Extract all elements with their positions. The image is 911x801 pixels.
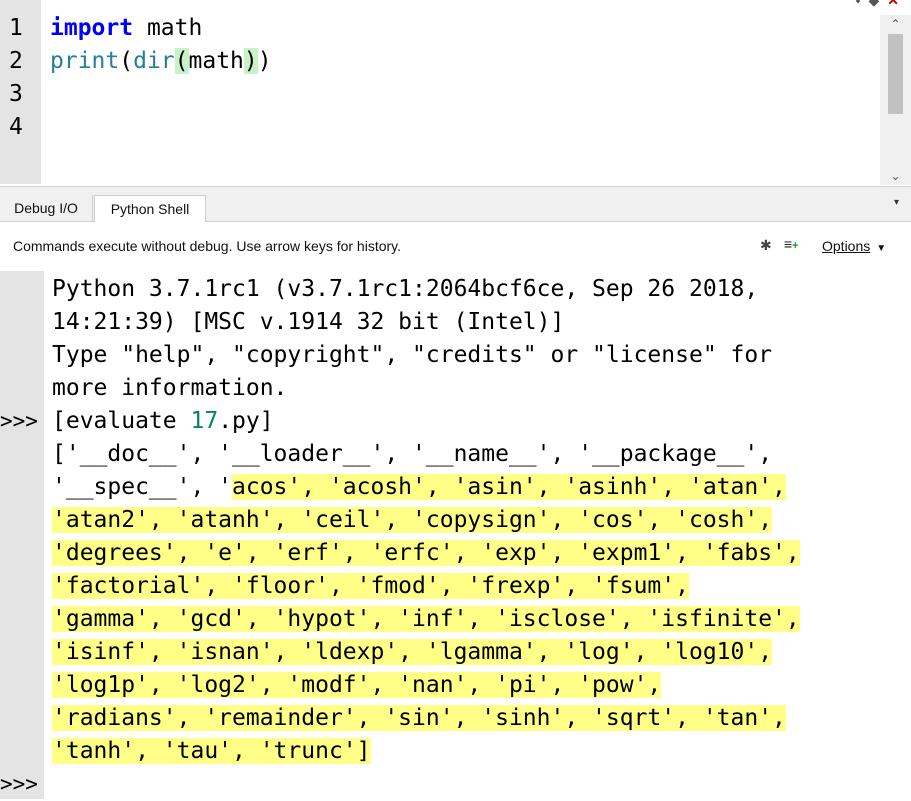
output-highlighted: acos', 'acosh', 'asin', 'asinh', 'atan', [232, 474, 786, 500]
output-line: ['__doc__', '__loader__', '__name__', '_… [52, 441, 773, 467]
debug-bug-icon[interactable]: ✱ [760, 237, 772, 254]
output-line: 'gamma', 'gcd', 'hypot', 'inf', 'isclose… [52, 603, 800, 636]
line-number: 3 [9, 81, 23, 107]
python-shell-output[interactable]: Python 3.7.1rc1 (v3.7.1rc1:2064bcf6ce, S… [0, 271, 911, 799]
code-line-2[interactable]: print(dir(math)) [50, 45, 272, 78]
output-line: 'radians', 'remainder', 'sin', 'sinh', '… [52, 702, 786, 735]
output-highlighted: 'factorial', 'floor', 'fmod', 'frexp', '… [52, 573, 689, 599]
output-highlighted: 'log1p', 'log2', 'modf', 'nan', 'pi', 'p… [52, 672, 662, 698]
evaluate-number: 17 [190, 408, 219, 434]
scroll-up-icon[interactable]: ⌃ [880, 15, 911, 33]
shell-prompt-gutter [0, 271, 44, 799]
matched-paren: ( [174, 48, 189, 74]
line-number-gutter: 1 2 3 4 [0, 0, 41, 184]
window-controls: ⬩ ◆ ✕ [847, 0, 899, 8]
module-name: math [133, 15, 203, 41]
shell-input-prompt[interactable]: >>> [0, 768, 38, 801]
shell-header-line: 14:21:39) [MSC v.1914 32 bit (Intel)] [52, 309, 565, 335]
output-line: 'log1p', 'log2', 'modf', 'nan', 'pi', 'p… [52, 669, 662, 702]
output-highlighted: 'tanh', 'tau', 'trunc'] [52, 738, 371, 764]
matched-paren: ) [243, 48, 258, 74]
evaluate-prefix: [evaluate [52, 408, 191, 434]
output-line: 'factorial', 'floor', 'fmod', 'frexp', '… [52, 570, 689, 603]
chevron-down-icon: ▼ [876, 243, 887, 254]
output-line: '__spec__', 'acos', 'acosh', 'asin', 'as… [52, 471, 786, 504]
paren: ) [257, 48, 272, 74]
output-highlighted: 'degrees', 'e', 'erf', 'erfc', 'exp', 'e… [52, 540, 800, 566]
output-plain: '__spec__', ' [52, 474, 233, 500]
keyword-import: import [50, 15, 134, 41]
output-highlighted: 'gamma', 'gcd', 'hypot', 'inf', 'isclose… [52, 606, 800, 632]
line-number: 2 [9, 48, 23, 74]
output-line: 'isinf', 'isnan', 'ldexp', 'lgamma', 'lo… [52, 636, 773, 669]
shell-header-line: more information. [52, 375, 288, 401]
evaluate-suffix: .py] [218, 408, 274, 434]
code-editor[interactable]: 1 2 3 4 import math print(dir(math)) ⬩ ◆ ✕… [0, 0, 911, 187]
paren: ( [119, 48, 134, 74]
shell-info-bar: Commands execute without debug. Use arro… [0, 222, 911, 270]
code-line-1[interactable]: import math [50, 12, 202, 45]
output-highlighted: 'atan2', 'atanh', 'ceil', 'copysign', 'c… [52, 507, 773, 533]
evaluate-line: [evaluate 17.py] [52, 405, 274, 438]
editor-scrollbar[interactable]: ⌃ ⌄ [880, 15, 911, 185]
line-number: 4 [9, 114, 23, 140]
builtin-print: print [50, 48, 120, 74]
output-highlighted: 'isinf', 'isnan', 'ldexp', 'lgamma', 'lo… [52, 639, 773, 665]
close-icon[interactable]: ✕ [887, 0, 899, 8]
line-number: 1 [9, 15, 23, 41]
tab-menu-arrow-icon[interactable]: ▾ [894, 197, 899, 208]
output-line: 'degrees', 'e', 'erf', 'erfc', 'exp', 'e… [52, 537, 800, 570]
builtin-dir: dir [133, 48, 175, 74]
shell-header-line: Python 3.7.1rc1 (v3.7.1rc1:2064bcf6ce, S… [52, 276, 759, 302]
pin-icon[interactable]: ⬩ [855, 0, 860, 8]
shell-header-line: Type "help", "copyright", "credits" or "… [52, 342, 773, 368]
shell-hint-text: Commands execute without debug. Use arro… [13, 238, 402, 254]
tab-python-shell[interactable]: Python Shell [94, 195, 206, 223]
tool-tab-bar: Debug I/O Python Shell ▾ [0, 187, 911, 223]
options-label: Options [822, 238, 871, 254]
tab-debug-io[interactable]: Debug I/O [0, 195, 93, 221]
output-highlighted: 'radians', 'remainder', 'sin', 'sinh', '… [52, 705, 786, 731]
argument: math [188, 48, 244, 74]
list-add-icon[interactable]: ≡+ [784, 236, 799, 252]
output-line: 'tanh', 'tau', 'trunc'] [52, 735, 371, 768]
restore-icon[interactable]: ◆ [868, 0, 879, 8]
scrollbar-thumb[interactable] [888, 34, 903, 114]
output-line: 'atan2', 'atanh', 'ceil', 'copysign', 'c… [52, 504, 773, 537]
options-menu-button[interactable]: Options ▼ [822, 238, 886, 254]
scroll-down-icon[interactable]: ⌄ [880, 167, 911, 185]
shell-prompt: >>> [0, 409, 38, 433]
